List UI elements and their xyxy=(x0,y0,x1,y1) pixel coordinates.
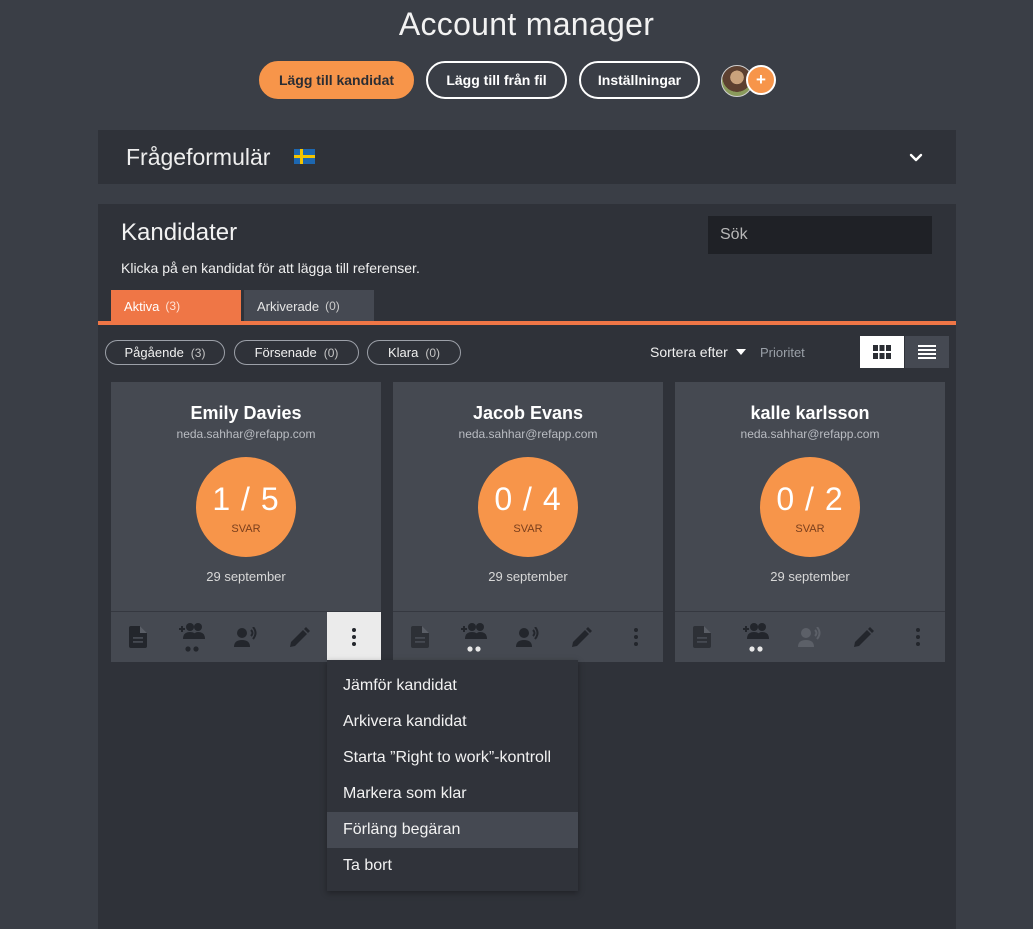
menu-item-archive[interactable]: Arkivera kandidat xyxy=(327,704,578,740)
filter-done[interactable]: Klara (0) xyxy=(367,340,461,365)
pencil-icon xyxy=(854,627,874,647)
card-actions xyxy=(675,612,945,662)
add-references-icon xyxy=(461,623,487,652)
menu-item-delete[interactable]: Ta bort xyxy=(327,848,578,884)
candidate-card[interactable]: Emily Davies neda.sahhar@refapp.com 1 / … xyxy=(111,382,381,662)
candidate-date: 29 september xyxy=(770,569,850,584)
add-references-button[interactable] xyxy=(165,612,219,662)
candidates-subtitle: Klicka på en kandidat för att lägga till… xyxy=(121,260,420,276)
document-button[interactable] xyxy=(675,612,729,662)
more-options-button[interactable] xyxy=(327,612,381,662)
tab-label: Aktiva xyxy=(124,298,160,314)
answers-fraction: 0 / 2 xyxy=(776,481,844,517)
card-actions xyxy=(393,612,663,662)
filter-count: (3) xyxy=(190,345,206,360)
filter-label: Försenade xyxy=(254,345,317,360)
filter-ongoing[interactable]: Pågående (3) xyxy=(105,340,225,365)
menu-item-compare[interactable]: Jämför kandidat xyxy=(327,668,578,704)
more-options-button[interactable] xyxy=(891,612,945,662)
answers-progress-circle: 0 / 4 SVAR xyxy=(478,457,578,557)
add-user-button[interactable]: + xyxy=(746,65,776,95)
candidate-date: 29 september xyxy=(488,569,568,584)
list-view-button[interactable] xyxy=(905,336,949,368)
document-button[interactable] xyxy=(111,612,165,662)
list-icon xyxy=(918,345,936,359)
sort-value: Prioritet xyxy=(760,345,805,360)
filter-count: (0) xyxy=(425,345,441,360)
add-from-file-button[interactable]: Lägg till från fil xyxy=(426,61,567,99)
settings-button[interactable]: Inställningar xyxy=(579,61,700,99)
candidate-name: kalle karlsson xyxy=(750,403,870,423)
filter-label: Pågående xyxy=(124,345,184,360)
answers-label: SVAR xyxy=(795,523,825,535)
edit-button[interactable] xyxy=(555,612,609,662)
candidate-email: neda.sahhar@refapp.com xyxy=(176,427,316,441)
voice-call-button[interactable] xyxy=(501,612,555,662)
menu-item-mark-done[interactable]: Markera som klar xyxy=(327,776,578,812)
sort-dropdown[interactable]: Sortera efter xyxy=(650,344,728,360)
tab-count: (3) xyxy=(165,299,181,313)
questionnaire-title: Frågeformulär xyxy=(126,144,271,170)
voice-call-button[interactable] xyxy=(783,612,837,662)
filter-count: (0) xyxy=(323,345,339,360)
add-references-icon xyxy=(179,623,205,652)
sweden-flag-icon xyxy=(294,149,315,164)
document-icon xyxy=(129,626,147,648)
more-options-button[interactable] xyxy=(609,612,663,662)
page-title: Account manager xyxy=(398,6,655,42)
grid-view-button[interactable] xyxy=(860,336,904,368)
tab-label: Arkiverade xyxy=(257,298,320,314)
candidates-title: Kandidater xyxy=(121,219,238,246)
voice-call-icon xyxy=(234,627,257,647)
answers-progress-circle: 1 / 5 SVAR xyxy=(196,457,296,557)
caret-down-icon[interactable] xyxy=(736,349,746,355)
candidate-card[interactable]: kalle karlsson neda.sahhar@refapp.com 0 … xyxy=(675,382,945,662)
answers-fraction: 0 / 4 xyxy=(494,481,562,517)
candidate-email: neda.sahhar@refapp.com xyxy=(740,427,880,441)
pencil-icon xyxy=(290,627,310,647)
more-vert-icon xyxy=(634,628,638,646)
filter-label: Klara xyxy=(387,345,419,360)
card-actions xyxy=(111,612,381,662)
answers-label: SVAR xyxy=(513,523,543,535)
add-references-button[interactable] xyxy=(447,612,501,662)
add-candidate-button[interactable]: Lägg till kandidat xyxy=(259,61,414,99)
add-references-icon xyxy=(743,623,769,652)
more-vert-icon xyxy=(916,628,920,646)
edit-button[interactable] xyxy=(273,612,327,662)
candidate-card[interactable]: Jacob Evans neda.sahhar@refapp.com 0 / 4… xyxy=(393,382,663,662)
document-icon xyxy=(411,626,429,648)
grid-icon xyxy=(873,345,891,359)
candidate-date: 29 september xyxy=(206,569,286,584)
answers-label: SVAR xyxy=(231,523,261,535)
voice-call-button[interactable] xyxy=(219,612,273,662)
voice-call-icon xyxy=(516,627,539,647)
add-references-button[interactable] xyxy=(729,612,783,662)
search-input[interactable] xyxy=(708,216,932,254)
candidate-name: Jacob Evans xyxy=(472,403,584,423)
questionnaire-panel[interactable]: Frågeformulär xyxy=(98,130,956,184)
menu-item-right-to-work[interactable]: Starta ”Right to work”-kontroll xyxy=(327,740,578,776)
answers-progress-circle: 0 / 2 SVAR xyxy=(760,457,860,557)
chevron-down-icon[interactable] xyxy=(906,147,926,167)
edit-button[interactable] xyxy=(837,612,891,662)
more-vert-icon xyxy=(352,628,356,646)
candidate-email: neda.sahhar@refapp.com xyxy=(458,427,598,441)
tab-archived[interactable]: Arkiverade (0) xyxy=(244,290,374,322)
tab-count: (0) xyxy=(325,299,340,313)
document-icon xyxy=(693,626,711,648)
tab-underline xyxy=(98,321,956,325)
context-menu: Jämför kandidat Arkivera kandidat Starta… xyxy=(327,660,578,891)
menu-item-extend-request[interactable]: Förläng begäran xyxy=(327,812,578,848)
tab-active[interactable]: Aktiva (3) xyxy=(111,290,241,322)
answers-fraction: 1 / 5 xyxy=(212,481,280,517)
filter-delayed[interactable]: Försenade (0) xyxy=(234,340,359,365)
voice-call-icon xyxy=(798,627,821,647)
document-button[interactable] xyxy=(393,612,447,662)
pencil-icon xyxy=(572,627,592,647)
candidate-name: Emily Davies xyxy=(190,403,302,423)
